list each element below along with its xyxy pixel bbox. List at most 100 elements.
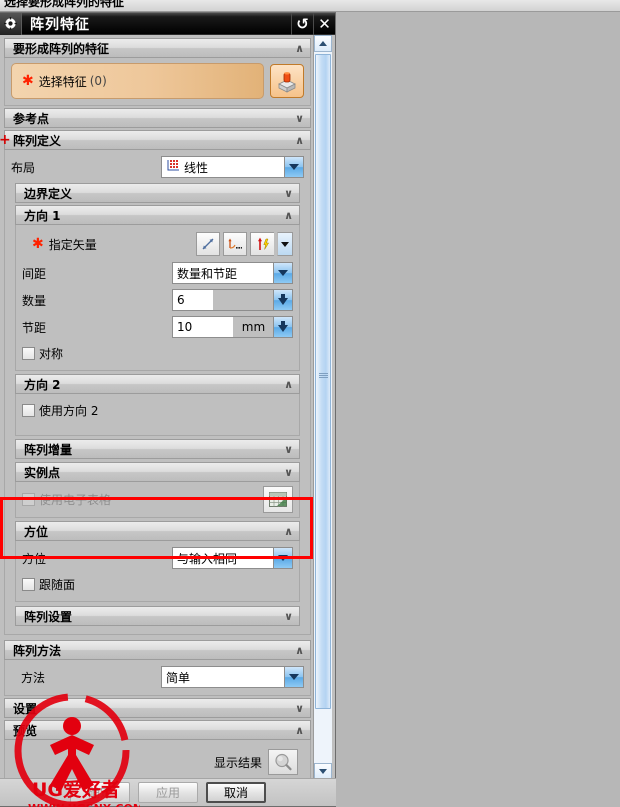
- group-body-direction-2: 使用方向 2: [15, 394, 300, 436]
- group-header-settings[interactable]: 设置 ∨: [4, 698, 311, 718]
- pitch-unit[interactable]: mm: [233, 317, 273, 337]
- group-header-preview[interactable]: 预览 ∧: [4, 720, 311, 740]
- group-label-orientation: 方位: [24, 524, 49, 539]
- group-label-pattern-method: 阵列方法: [13, 643, 62, 658]
- group-label-direction-2: 方向 2: [24, 377, 61, 392]
- group-body-features-to-pattern: ✱ 选择特征 (0): [4, 58, 311, 106]
- chevron-up-icon[interactable]: ∧: [284, 206, 293, 224]
- chevron-up-icon[interactable]: ∧: [295, 641, 304, 659]
- group-label-features-to-pattern: 要形成阵列的特征: [13, 41, 110, 56]
- chevron-down-icon[interactable]: ∨: [284, 607, 293, 625]
- select-feature-row: ✱ 选择特征 (0): [11, 63, 304, 99]
- orientation-select[interactable]: 与输入相同: [172, 547, 293, 569]
- required-marker-icon: ✱: [22, 73, 34, 89]
- scroll-up-icon[interactable]: [314, 35, 332, 52]
- gear-icon[interactable]: [0, 12, 22, 35]
- chevron-down-icon[interactable]: [273, 548, 292, 568]
- dialog-body: 要形成阵列的特征 ∧ ✱ 选择特征 (0) 参考点 ∨ + 阵列定义 ∧ 布局 …: [0, 35, 335, 780]
- chevron-down-icon[interactable]: ∨: [284, 184, 293, 202]
- follow-face-label: 跟随面: [39, 577, 76, 592]
- chevron-down-icon[interactable]: [284, 157, 303, 177]
- group-header-pattern-settings[interactable]: 阵列设置 ∨: [15, 606, 300, 626]
- chevron-down-icon[interactable]: ∨: [295, 699, 304, 717]
- group-header-pattern-definition[interactable]: + 阵列定义 ∧: [0, 130, 311, 150]
- select-feature-field[interactable]: ✱ 选择特征 (0): [11, 63, 264, 99]
- show-result-label: 显示结果: [213, 755, 262, 770]
- method-select-value: 简单: [162, 667, 284, 687]
- count-input[interactable]: 6: [173, 290, 213, 310]
- chevron-up-icon[interactable]: ∧: [284, 522, 293, 540]
- vector-dialog-icon[interactable]: [223, 232, 247, 256]
- spacing-select-value: 数量和节距: [173, 263, 273, 283]
- chevron-up-icon[interactable]: ∧: [295, 721, 304, 739]
- group-body-pattern-method: 方法 简单: [4, 660, 311, 696]
- group-header-direction-1[interactable]: 方向 1 ∧: [15, 205, 300, 225]
- feature-select-icon[interactable]: [270, 64, 304, 98]
- group-direction-2: 方向 2 ∧ 使用方向 2: [11, 374, 304, 436]
- group-header-instance-points[interactable]: 实例点 ∨: [15, 462, 300, 482]
- follow-face-checkbox[interactable]: [22, 577, 35, 591]
- count-label: 数量: [22, 293, 47, 308]
- pitch-dropdown-icon[interactable]: [273, 317, 292, 337]
- group-header-features-to-pattern[interactable]: 要形成阵列的特征 ∧: [4, 38, 311, 58]
- method-row: 方法 简单: [11, 665, 304, 689]
- cancel-button[interactable]: 取消: [206, 782, 266, 803]
- chevron-up-icon[interactable]: ∧: [295, 131, 304, 149]
- group-label-pattern-settings: 阵列设置: [24, 609, 73, 624]
- spacing-select[interactable]: 数量和节距: [172, 262, 293, 284]
- symmetric-checkbox-row[interactable]: 对称: [22, 342, 293, 364]
- group-header-reference-point[interactable]: 参考点 ∨: [4, 108, 311, 128]
- chevron-down-icon[interactable]: ∨: [284, 463, 293, 481]
- group-pattern-method: 阵列方法 ∧ 方法 简单: [4, 640, 311, 696]
- group-label-pattern-increment: 阵列增量: [24, 442, 73, 457]
- group-header-pattern-increment[interactable]: 阵列增量 ∨: [15, 439, 300, 459]
- group-header-orientation[interactable]: 方位 ∧: [15, 521, 300, 541]
- count-stepper[interactable]: 6: [172, 289, 293, 311]
- inferred-vector-icon[interactable]: [196, 232, 220, 256]
- group-header-pattern-method[interactable]: 阵列方法 ∧: [4, 640, 311, 660]
- use-direction2-label: 使用方向 2: [39, 403, 99, 418]
- group-label-pattern-definition: 阵列定义: [13, 133, 62, 148]
- group-features-to-pattern: 要形成阵列的特征 ∧ ✱ 选择特征 (0): [4, 38, 311, 106]
- close-button[interactable]: ✕: [313, 12, 335, 35]
- chevron-up-icon[interactable]: ∧: [295, 39, 304, 57]
- scrollbar-grip: [316, 373, 330, 378]
- orientation-select-value: 与输入相同: [173, 548, 273, 568]
- group-label-settings: 设置: [13, 701, 38, 716]
- pitch-input[interactable]: 10: [173, 317, 233, 337]
- chevron-down-icon[interactable]: ∨: [295, 109, 304, 127]
- pitch-stepper[interactable]: 10 mm: [172, 316, 293, 338]
- group-body-preview: 显示结果: [4, 740, 311, 780]
- scrollbar-thumb[interactable]: [315, 54, 331, 709]
- show-result-row: 显示结果: [9, 743, 306, 779]
- chevron-up-icon[interactable]: ∧: [284, 375, 293, 393]
- method-select[interactable]: 简单: [161, 666, 304, 688]
- vertical-scrollbar[interactable]: [313, 35, 332, 780]
- group-preview: 预览 ∧ 显示结果: [4, 720, 311, 780]
- apply-button[interactable]: 应用: [138, 782, 198, 803]
- follow-face-row[interactable]: 跟随面: [22, 573, 293, 595]
- chevron-down-icon[interactable]: [277, 232, 293, 256]
- vector-buttons: [196, 232, 293, 256]
- reset-button[interactable]: ↺: [291, 12, 313, 35]
- count-dropdown-icon[interactable]: [273, 290, 292, 310]
- group-body-orientation: 方位 与输入相同 跟随面: [15, 541, 300, 602]
- group-label-preview: 预览: [13, 723, 38, 738]
- specify-vector-label-wrap: ✱ 指定矢量: [22, 236, 172, 253]
- select-feature-label: 选择特征: [38, 74, 87, 89]
- spreadsheet-icon[interactable]: [263, 486, 293, 513]
- group-header-boundary-definition[interactable]: 边界定义 ∨: [15, 183, 300, 203]
- ok-button[interactable]: 确定: [70, 782, 130, 803]
- dialog-button-bar: 确定 应用 取消: [0, 778, 336, 806]
- group-header-direction-2[interactable]: 方向 2 ∧: [15, 374, 300, 394]
- scrollbar-track[interactable]: [314, 52, 332, 763]
- chevron-down-icon[interactable]: [273, 263, 292, 283]
- chevron-down-icon[interactable]: ∨: [284, 440, 293, 458]
- chevron-down-icon[interactable]: [284, 667, 303, 687]
- use-direction2-checkbox-row[interactable]: 使用方向 2: [22, 399, 293, 421]
- use-direction2-checkbox[interactable]: [22, 403, 35, 417]
- vector-constructor-icon[interactable]: [250, 232, 274, 256]
- magnifier-icon[interactable]: [268, 749, 298, 775]
- symmetric-checkbox[interactable]: [22, 346, 35, 360]
- layout-select[interactable]: 线性: [161, 156, 304, 178]
